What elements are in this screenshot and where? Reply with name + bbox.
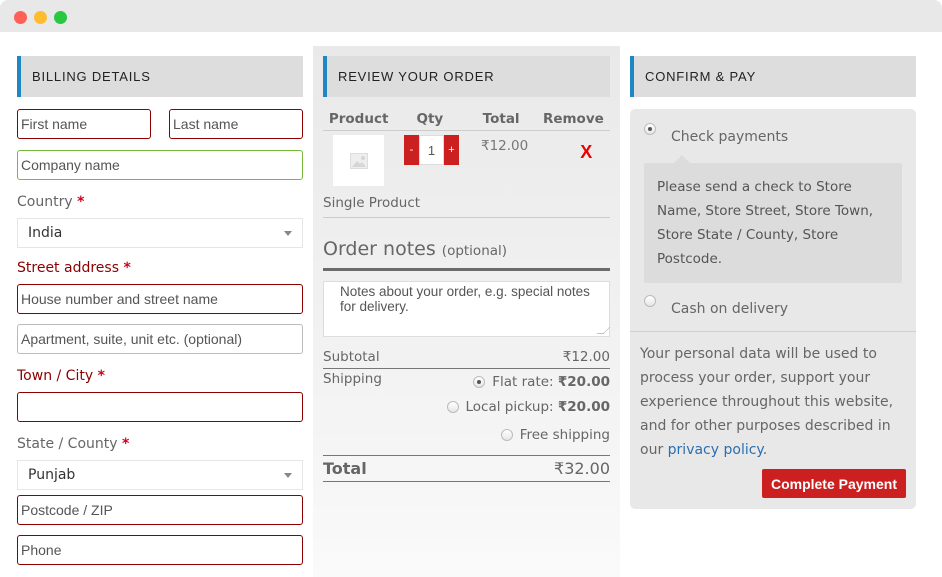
company-name-input[interactable]: Company name <box>17 150 303 180</box>
order-total-row: Total ₹32.00 <box>323 455 610 482</box>
street-label-text: Street address <box>17 260 119 276</box>
shipping-option-label: Free shipping <box>519 427 610 443</box>
review-order-section: REVIEW YOUR ORDER Product Qty Total Remo… <box>313 46 620 577</box>
remove-item-icon[interactable]: X <box>580 135 592 187</box>
close-window-button[interactable] <box>14 11 27 24</box>
minimize-window-button[interactable] <box>34 11 47 24</box>
privacy-text-end: . <box>762 442 768 458</box>
column-qty: Qty <box>416 111 444 127</box>
order-notes-placeholder: Notes about your order, e.g. special not… <box>340 284 590 314</box>
billing-details-section: BILLING DETAILS First name Last name Com… <box>17 46 303 565</box>
shipping-row: Shipping Flat rate: ₹20.00 Local pickup:… <box>323 371 610 449</box>
street-address-input[interactable]: House number and street name <box>17 284 303 314</box>
last-name-input[interactable]: Last name <box>169 109 303 139</box>
total-value: ₹32.00 <box>554 459 610 478</box>
chevron-down-icon <box>284 230 292 236</box>
payment-option-label: Cash on delivery <box>671 301 789 317</box>
country-label-text: Country <box>17 194 73 210</box>
postcode-input[interactable]: Postcode / ZIP <box>17 495 303 525</box>
complete-payment-button[interactable]: Complete Payment <box>761 469 906 498</box>
apartment-input[interactable]: Apartment, suite, unit etc. (optional) <box>17 324 303 354</box>
quantity-input[interactable]: 1 <box>419 135 444 165</box>
shipping-option-label: Local pickup: ₹20.00 <box>465 399 611 415</box>
column-total: Total <box>482 111 520 127</box>
state-select[interactable]: Punjab <box>17 460 303 490</box>
shipping-option-flat-rate[interactable]: Flat rate: ₹20.00 <box>447 371 610 393</box>
payment-option-check[interactable]: Check payments <box>630 109 916 145</box>
billing-details-heading: BILLING DETAILS <box>17 56 303 97</box>
product-name: Single Product <box>323 195 610 218</box>
shipping-option-label: Flat rate: ₹20.00 <box>492 374 610 390</box>
radio-selected[interactable] <box>473 376 486 388</box>
state-value: Punjab <box>28 467 76 483</box>
required-mark: * <box>97 368 105 384</box>
subtotal-value: ₹12.00 <box>562 349 610 365</box>
radio-unselected[interactable] <box>446 401 459 413</box>
privacy-policy-link[interactable]: privacy policy <box>668 442 763 458</box>
review-order-heading: REVIEW YOUR ORDER <box>323 56 610 97</box>
browser-window: BILLING DETAILS First name Last name Com… <box>0 0 942 577</box>
image-placeholder-icon <box>349 152 368 169</box>
shipping-label: Shipping <box>323 371 382 387</box>
confirm-pay-section: CONFIRM & PAY Check payments Please send… <box>630 46 916 509</box>
town-city-input[interactable] <box>17 392 303 422</box>
state-county-label: State / County * <box>17 436 303 454</box>
shipping-options: Flat rate: ₹20.00 Local pickup: ₹20.00 F… <box>446 371 611 449</box>
chevron-down-icon <box>284 472 292 478</box>
optional-tag: (optional) <box>441 243 508 259</box>
shipping-option-free[interactable]: Free shipping <box>447 421 610 449</box>
payment-option-cod[interactable]: Cash on delivery <box>630 283 916 317</box>
required-mark: * <box>122 436 130 452</box>
column-remove: Remove <box>542 111 604 127</box>
column-product: Product <box>328 111 389 127</box>
order-table-header: Product Qty Total Remove <box>323 111 610 131</box>
radio-unselected[interactable] <box>500 429 513 441</box>
required-mark: * <box>123 260 131 276</box>
payment-option-label: Check payments <box>671 129 789 145</box>
quantity-stepper: - 1 + <box>404 135 459 165</box>
country-label: Country * <box>17 194 303 212</box>
resize-handle-icon[interactable] <box>596 327 611 334</box>
shipping-option-local-pickup[interactable]: Local pickup: ₹20.00 <box>446 393 611 421</box>
order-notes-heading: Order notes (optional) <box>323 238 610 271</box>
country-value: India <box>28 225 63 241</box>
order-notes-textarea[interactable]: Notes about your order, e.g. special not… <box>323 281 611 337</box>
order-notes-title: Order notes <box>323 238 436 260</box>
increase-qty-button[interactable]: + <box>444 135 459 165</box>
street-address-label: Street address * <box>17 260 303 278</box>
radio-unselected[interactable] <box>644 295 656 307</box>
payment-methods-box: Check payments Please send a check to St… <box>630 109 916 509</box>
product-thumbnail <box>333 135 384 186</box>
country-select[interactable]: India <box>17 218 303 248</box>
town-city-label: Town / City * <box>17 368 303 386</box>
title-bar <box>0 0 942 32</box>
decrease-qty-button[interactable]: - <box>404 135 419 165</box>
first-name-input[interactable]: First name <box>17 109 151 139</box>
subtotal-row: Subtotal ₹12.00 <box>323 349 610 369</box>
check-payment-description: Please send a check to Store Name, Store… <box>644 155 902 283</box>
item-total: ₹12.00 <box>481 138 529 154</box>
maximize-window-button[interactable] <box>54 11 67 24</box>
city-label-text: Town / City <box>17 368 94 384</box>
total-label: Total <box>323 459 367 478</box>
privacy-notice: Your personal data will be used to proce… <box>630 332 916 462</box>
subtotal-label: Subtotal <box>323 349 380 365</box>
table-row: - 1 + ₹12.00 X <box>323 135 610 187</box>
state-label-text: State / County <box>17 436 118 452</box>
phone-input[interactable]: Phone <box>17 535 303 565</box>
confirm-pay-heading: CONFIRM & PAY <box>630 56 916 97</box>
radio-selected[interactable] <box>644 123 656 135</box>
required-mark: * <box>77 194 85 210</box>
